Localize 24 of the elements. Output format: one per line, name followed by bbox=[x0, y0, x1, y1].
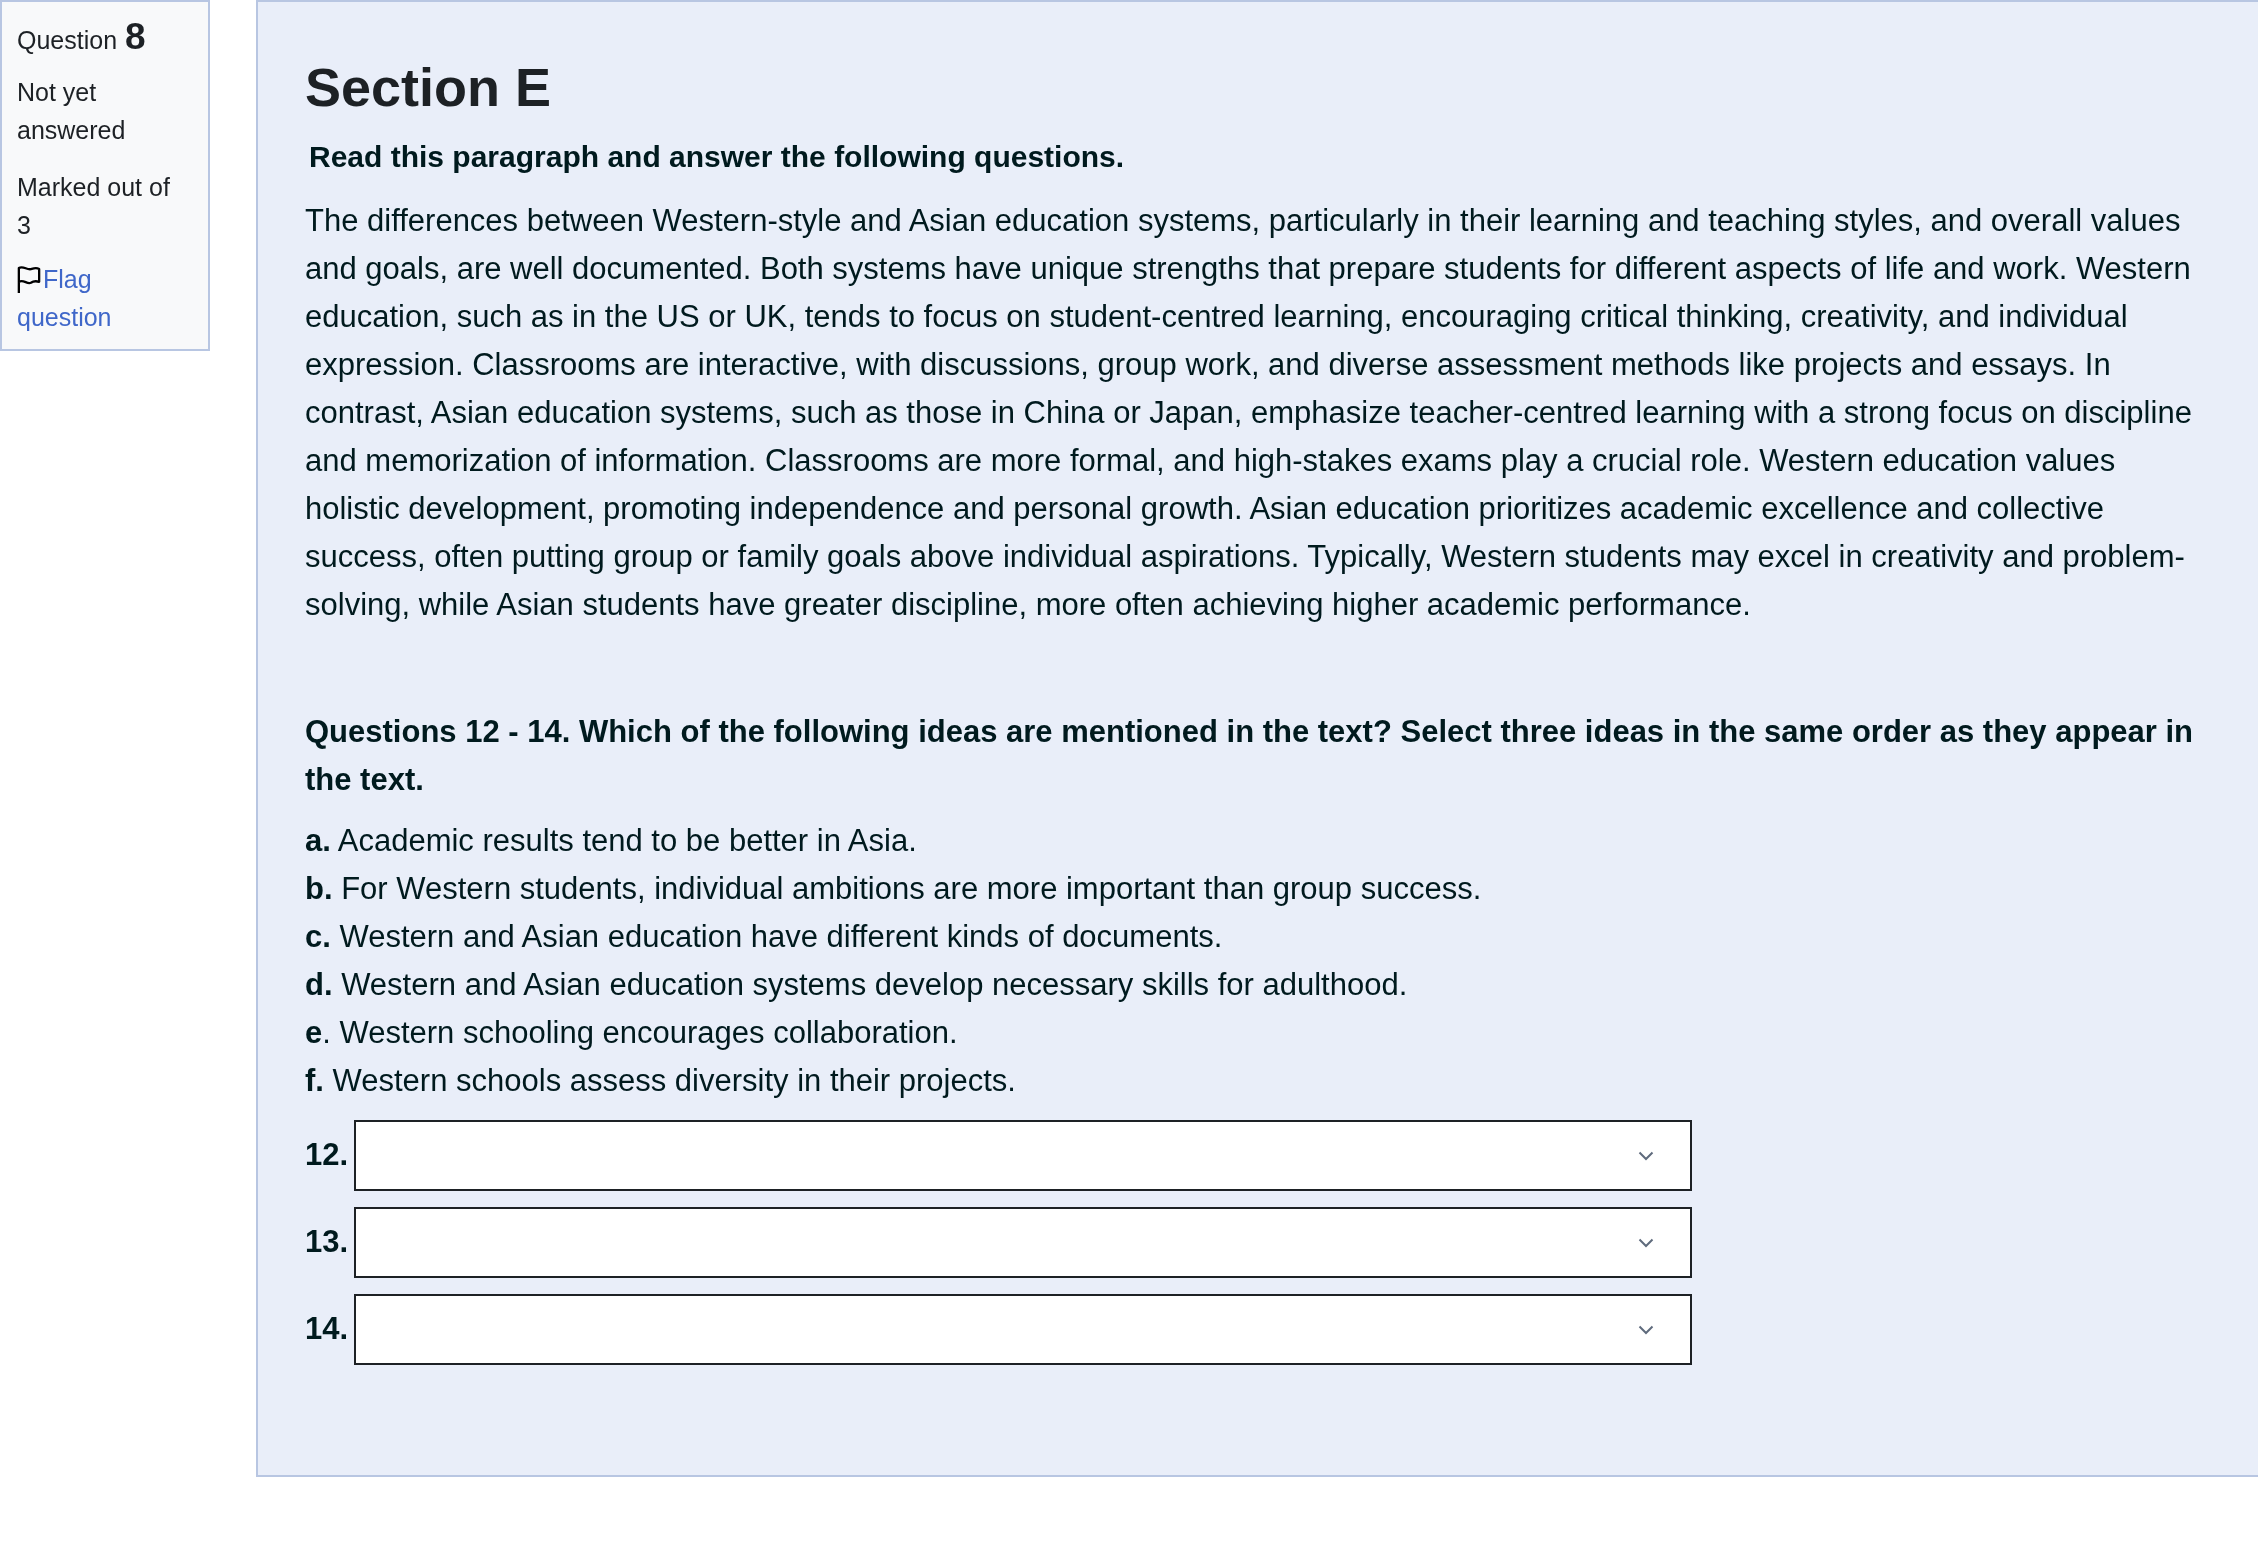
passage-text: The differences between Western-style and Asian education systems, particularly in their learning and teaching styles, and overall values and goals, are well documented. Both systems have unique strengths that prepare students for different aspects of life and work. Western education, such as in the US or UK, tends to focus on student-centred learning, encouraging critical thinking, creativity, and individual expression. Classrooms are interactive, with discussions, group work, and diverse assessment methods like projects and essays. In contrast, Asian education systems, such as those in China or Japan, emphasize teacher-centred learning with a strong focus on discipline and memorization of information. Classrooms are more formal, and high-stakes exams play a crucial role. Western education values holistic development, promoting independence and personal growth. Asian education prioritizes academic excellence and collective success, often putting group or family goals above individual aspirations. Typically, Western students may excel in creativity and problem-solving, while Asian students have greater discipline, more often achieving higher academic performance. bbox=[305, 202, 2193, 624]
answer-dropdown[interactable] bbox=[354, 1294, 1693, 1365]
option-text: b. For Western students, individual ambitions are more important than group success. bbox=[305, 870, 1483, 908]
chevron-down-icon bbox=[1638, 1324, 1655, 1335]
answer-number: 12. bbox=[305, 1136, 349, 1175]
flag-question-link[interactable]: Flag question bbox=[17, 260, 184, 336]
option-text: a. Academic results tend to be better in Asia. bbox=[305, 822, 918, 860]
answer-dropdown[interactable] bbox=[354, 1120, 1693, 1191]
question-label: Question bbox=[17, 25, 118, 56]
answer-number: 14. bbox=[305, 1310, 349, 1349]
option-text: d. Western and Asian education systems develop necessary skills for adulthood. bbox=[305, 966, 1409, 1004]
marks-text: Marked out of 3 bbox=[17, 172, 171, 241]
section-title: Section E bbox=[305, 56, 553, 119]
option-text: e. Western schooling encourages collaboration. bbox=[305, 1014, 959, 1052]
answer-dropdown[interactable] bbox=[354, 1207, 1693, 1278]
answer-status: Not yet answered bbox=[17, 77, 127, 146]
answer-number: 13. bbox=[305, 1223, 349, 1262]
question-number: 8 bbox=[125, 15, 146, 59]
chevron-down-icon bbox=[1638, 1237, 1655, 1248]
option-text: c. Western and Asian education have different kinds of documents. bbox=[305, 918, 1224, 956]
option-text: f. Western schools assess diversity in their projects. bbox=[305, 1062, 1017, 1100]
chevron-down-icon bbox=[1638, 1150, 1655, 1161]
question-prompt: Questions 12 - 14. Which of the following ideas are mentioned in the text? Select three ideas in the same order as they appear in the text. bbox=[305, 713, 2195, 799]
instruction-text: Read this paragraph and answer the following questions. bbox=[308, 139, 1126, 175]
